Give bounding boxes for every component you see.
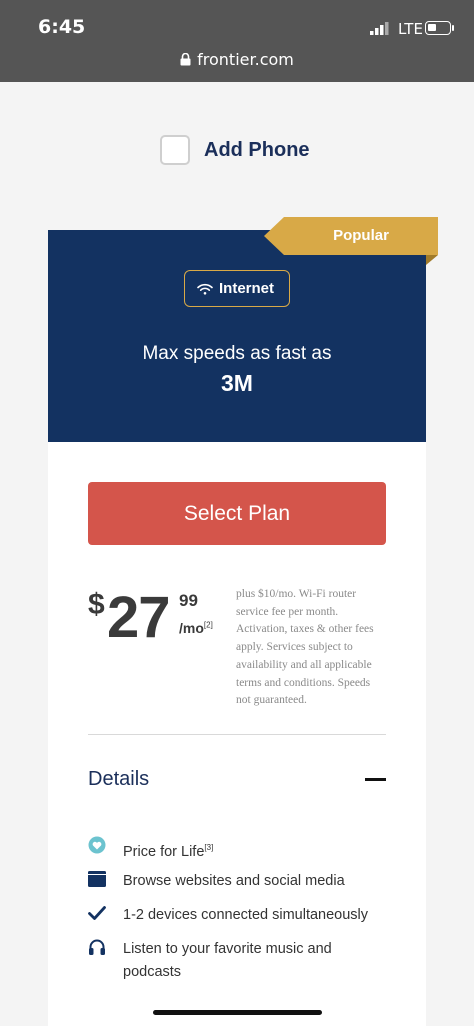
price-dollars: 27 [107,585,171,650]
cellular-signal-icon [370,22,390,40]
headphones-icon [89,939,105,955]
fine-print: plus $10/mo. Wi-Fi router service fee pe… [236,588,374,707]
home-indicator[interactable] [153,1010,322,1015]
feature-text: Listen to your favorite music and podcas… [123,941,332,980]
select-plan-button[interactable]: Select Plan [88,482,386,545]
wifi-icon [197,283,213,295]
battery-tip [452,25,454,31]
battery-icon [425,21,451,35]
popular-label: Popular [333,227,389,244]
price-currency: $ [88,588,105,621]
heart-icon [88,836,106,854]
price-footnote[interactable]: [2] [204,620,213,629]
feature-footnote[interactable]: [3] [204,843,213,852]
add-phone-checkbox[interactable] [160,135,190,165]
browser-window-icon [88,871,106,887]
feature-text: 1-2 devices connected simultaneously [123,907,369,923]
lock-icon [180,50,197,69]
tag-label: Internet [219,280,275,297]
collapse-icon[interactable] [365,778,386,781]
internet-tag: Internet [184,270,290,307]
speed-value: 3M [221,370,253,396]
feature-text: Browse websites and social media [123,873,345,889]
speed-description: Max speeds as fast as [142,343,332,364]
address-bar[interactable]: frontier.com [0,50,474,69]
clock: 6:45 [38,16,86,38]
ribbon-fold [426,255,438,265]
checkmark-icon [88,906,106,920]
details-heading[interactable]: Details [88,768,149,791]
status-bar: 6:45 LTE frontier.com [0,0,474,82]
price-cents: 99 [179,591,198,610]
plan-card-header [48,230,426,442]
divider [88,734,386,735]
url-text: frontier.com [197,50,294,69]
add-phone-label[interactable]: Add Phone [204,139,310,162]
network-type: LTE [398,20,423,38]
price-period: /mo[2] [179,620,213,636]
feature-text: Price for Life [123,843,205,860]
